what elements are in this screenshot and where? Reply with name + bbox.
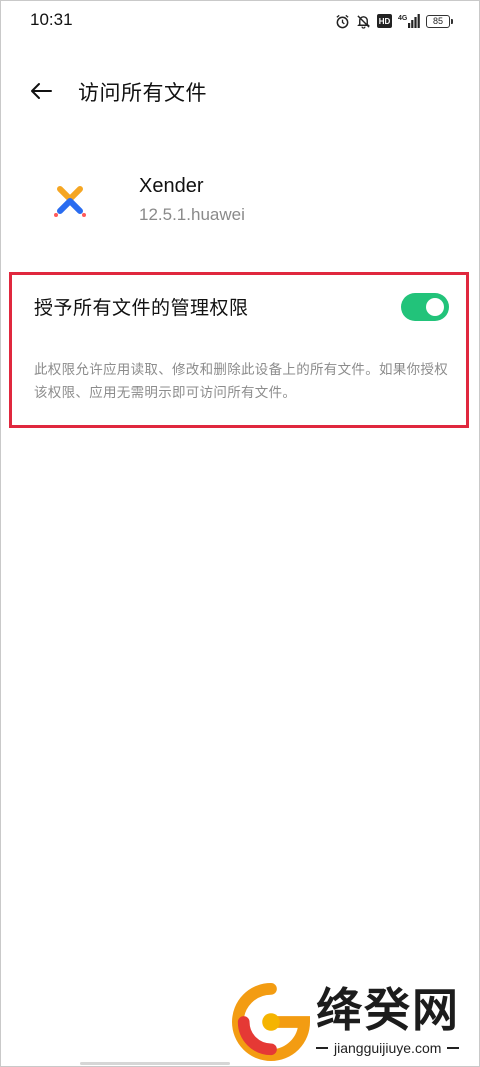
svg-text:4G: 4G [398, 15, 408, 22]
battery-icon: 85 [426, 14, 453, 28]
back-button[interactable] [26, 76, 56, 106]
alarm-icon [336, 14, 349, 28]
mute-icon [357, 14, 370, 29]
home-indicator[interactable] [80, 1062, 230, 1065]
screen-frame [0, 0, 480, 1067]
watermark: 绛癸网 jiangguijiuye.com [232, 982, 472, 1062]
watermark-dash [316, 1047, 328, 1049]
watermark-dash [447, 1047, 460, 1049]
toggle-knob [426, 298, 444, 316]
page-title: 访问所有文件 [78, 81, 207, 105]
all-files-access-toggle[interactable] [401, 293, 449, 321]
app-version: 12.5.1.huawei [139, 205, 245, 224]
permission-description: 此权限允许应用读取、修改和删除此设备上的所有文件。如果你授权该权限、应用无需明示… [34, 362, 448, 401]
watermark-logo-icon [232, 983, 310, 1061]
permission-highlight-box: 授予所有文件的管理权限 此权限允许应用读取、修改和删除此设备上的所有文件。如果你… [9, 272, 469, 428]
signal-4g-icon: 4G [398, 14, 420, 28]
hd-icon: HD [377, 14, 392, 28]
app-name: Xender [139, 175, 204, 197]
watermark-brand: 绛癸网 [316, 983, 460, 1037]
status-time: 10:31 [30, 10, 73, 29]
app-bar: 访问所有文件 [0, 68, 480, 112]
permission-title: 授予所有文件的管理权限 [34, 297, 249, 319]
status-icons: HD 4G 85 [335, 12, 453, 30]
xender-app-icon [54, 186, 86, 217]
status-bar: 10:31 HD 4G 85 [0, 0, 480, 42]
watermark-url-row: jiangguijiuye.com [316, 1040, 460, 1056]
arrow-left-icon [31, 83, 52, 99]
watermark-url: jiangguijiuye.com [334, 1040, 442, 1056]
app-info: Xender 12.5.1.huawei [0, 165, 480, 245]
